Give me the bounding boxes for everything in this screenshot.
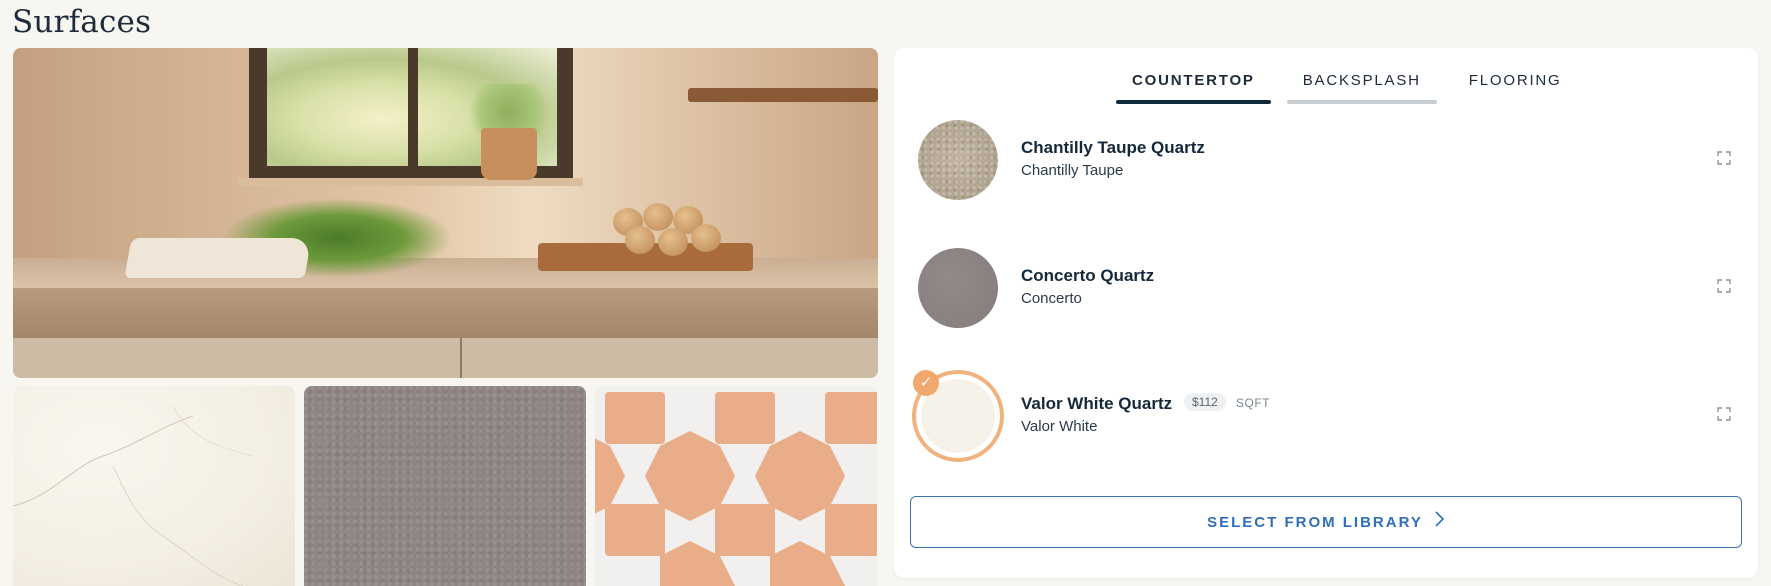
expand-icon[interactable] — [1716, 406, 1732, 422]
material-option-concerto[interactable]: Concerto Quartz Concerto — [894, 238, 1758, 338]
material-name: Valor White Quartz — [1021, 394, 1173, 413]
surface-selection-panel: COUNTERTOP BACKSPLASH FLOORING Chantilly… — [894, 48, 1758, 578]
backsplash-texture-tile — [304, 386, 586, 586]
check-icon: ✓ — [913, 370, 939, 396]
material-subtitle: Chantilly Taupe — [1021, 162, 1124, 179]
tab-countertop[interactable]: COUNTERTOP — [1116, 56, 1271, 104]
material-swatch[interactable] — [918, 120, 998, 200]
material-subtitle: Concerto — [1021, 290, 1082, 307]
material-name: Concerto Quartz — [1021, 266, 1155, 285]
chevron-right-icon — [1433, 510, 1445, 534]
material-subtitle: Valor White — [1021, 418, 1098, 435]
material-option-chantilly-taupe[interactable]: Chantilly Taupe Quartz Chantilly Taupe — [894, 110, 1758, 210]
select-from-library-button[interactable]: SELECT FROM LIBRARY — [910, 496, 1742, 548]
page-title: Surfaces — [12, 4, 152, 40]
material-name: Chantilly Taupe Quartz — [1021, 138, 1205, 157]
expand-icon[interactable] — [1716, 278, 1732, 294]
flooring-texture-tile — [595, 386, 877, 586]
price-unit: SQFT — [1236, 396, 1270, 410]
kitchen-preview-image — [13, 48, 878, 378]
tab-label: BACKSPLASH — [1302, 72, 1421, 89]
material-swatch[interactable] — [918, 248, 998, 328]
tab-label: COUNTERTOP — [1132, 72, 1255, 89]
library-button-label: SELECT FROM LIBRARY — [1207, 513, 1423, 531]
expand-icon[interactable] — [1716, 150, 1732, 166]
tab-label: FLOORING — [1468, 72, 1562, 89]
price-badge: $112 — [1184, 393, 1226, 411]
surface-tabs: COUNTERTOP BACKSPLASH FLOORING — [1116, 56, 1578, 104]
tab-backsplash[interactable]: BACKSPLASH — [1286, 56, 1437, 104]
material-option-valor-white[interactable]: ✓ Valor White Quartz $112 SQFT Valor Whi… — [894, 366, 1758, 466]
countertop-texture-tile — [13, 386, 295, 586]
tab-flooring[interactable]: FLOORING — [1453, 56, 1578, 104]
